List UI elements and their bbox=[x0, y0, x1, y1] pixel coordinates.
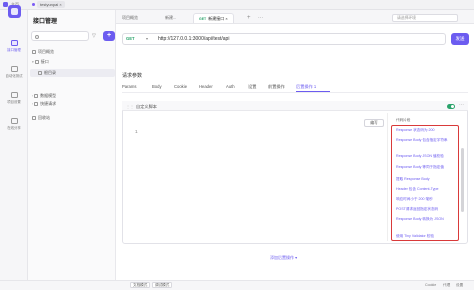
params-title: 请求参数 bbox=[122, 73, 143, 79]
project-logo-icon[interactable] bbox=[8, 5, 21, 18]
snippet-scrollbar[interactable] bbox=[461, 148, 464, 212]
share-icon bbox=[10, 118, 18, 124]
overview-icon bbox=[32, 50, 36, 54]
sidebar-item-trash[interactable]: 回收站 bbox=[32, 114, 50, 121]
sidebar-item-overview[interactable]: 项目概览 bbox=[32, 48, 54, 55]
trash-icon bbox=[32, 116, 36, 120]
search-input[interactable] bbox=[31, 31, 89, 41]
workspace-tab[interactable]: testyunpai × bbox=[37, 1, 65, 8]
tab-body[interactable]: Body bbox=[152, 84, 162, 89]
autotest-icon bbox=[10, 66, 18, 72]
code-editor[interactable] bbox=[145, 113, 388, 241]
workspace-dot-icon bbox=[32, 3, 35, 6]
tab-pre-processors[interactable]: 前置操作 bbox=[268, 84, 285, 90]
settings-icon bbox=[10, 92, 18, 98]
snippet-item[interactable]: 使用 Tiny Validator 校验 bbox=[396, 234, 454, 238]
edit-button[interactable]: 编写 bbox=[364, 119, 384, 127]
status-bar bbox=[0, 280, 474, 290]
sidebar-item-api[interactable]: ▾ 接口 bbox=[32, 58, 49, 65]
tab-post-processors[interactable]: 后置操作 1 bbox=[296, 84, 316, 90]
snippet-item[interactable]: Header 包含 Content-Type bbox=[396, 187, 454, 191]
snippet-item[interactable]: Response 状态码为 200 bbox=[396, 128, 454, 132]
sidebar-item-quick[interactable]: › 快捷请求 bbox=[32, 100, 56, 107]
filter-icon[interactable]: ▽ bbox=[92, 33, 96, 39]
rail-item-api[interactable]: 接口管理 bbox=[0, 40, 28, 52]
tab-settings[interactable]: 设置 bbox=[248, 84, 256, 90]
snippets-header: 代码片段 bbox=[396, 118, 411, 122]
search-icon bbox=[35, 34, 39, 39]
left-rail bbox=[0, 10, 28, 290]
tab-new-api[interactable]: GET 新建接口 × bbox=[193, 13, 234, 23]
snippet-item[interactable]: 响应时间小于 200 毫秒 bbox=[396, 197, 454, 201]
title-bar bbox=[0, 0, 474, 10]
doc-mode-button[interactable]: 文档模式 bbox=[130, 282, 151, 288]
rail-item-share[interactable]: 在线分享 bbox=[0, 118, 28, 130]
tab-overview[interactable]: 项目概览 bbox=[122, 13, 138, 23]
snippet-item[interactable]: POST请求返回指定状态码 bbox=[396, 207, 454, 211]
folder-icon bbox=[34, 60, 39, 64]
params-divider bbox=[122, 92, 468, 93]
sidebar-item-models[interactable]: › 数据模型 bbox=[32, 92, 56, 99]
more-icon[interactable]: ⋯ bbox=[459, 102, 464, 108]
rail-item-settings[interactable]: 项目设置 bbox=[0, 92, 28, 104]
tab-header[interactable]: Header bbox=[199, 84, 213, 89]
quick-request-icon bbox=[34, 102, 39, 106]
folder-icon bbox=[38, 71, 42, 75]
chevron-down-icon: ▾ bbox=[146, 36, 149, 41]
new-tab-button[interactable]: + bbox=[247, 13, 251, 23]
proxy-button[interactable]: 代理 bbox=[443, 283, 450, 288]
debug-mode-button[interactable]: 调试模式 bbox=[152, 282, 173, 288]
rail-item-autotest[interactable]: 自动化测试 bbox=[0, 66, 28, 78]
snippet-item[interactable]: 提取 Response Body bbox=[396, 177, 454, 181]
model-icon bbox=[34, 94, 39, 98]
add-post-processor-button[interactable]: 添加后置操作 ▾ bbox=[270, 255, 297, 261]
tab-more-icon[interactable]: ··· bbox=[258, 13, 263, 23]
sidebar-title: 接口管理 bbox=[33, 19, 58, 25]
tab-auth[interactable]: Auth bbox=[226, 84, 235, 89]
enable-toggle[interactable] bbox=[447, 104, 455, 109]
snippet-item[interactable]: Response Body 包含指定字符串 bbox=[396, 138, 454, 142]
settings-button[interactable]: 设置 bbox=[456, 283, 463, 288]
active-tab-indicator bbox=[296, 91, 330, 92]
sidebar-item-root[interactable]: 根目录 bbox=[38, 69, 56, 76]
snippet-item[interactable]: Response Body JSON 值校验 bbox=[396, 154, 454, 158]
snippet-item[interactable]: Response Body 等同于指定值 bbox=[396, 165, 454, 169]
cookie-button[interactable]: Cookie bbox=[425, 283, 436, 287]
url-input[interactable]: http://127.0.0.1:3000/api/test/api bbox=[158, 36, 229, 42]
add-button[interactable]: + bbox=[103, 31, 115, 41]
line-number: 1 bbox=[135, 130, 138, 135]
api-icon bbox=[10, 40, 18, 46]
drag-handle-icon[interactable]: ⋮⋮ bbox=[126, 104, 134, 109]
tab-cookie[interactable]: Cookie bbox=[174, 84, 187, 89]
script-header bbox=[122, 101, 468, 111]
env-selector[interactable]: 请选择环境 bbox=[392, 14, 458, 22]
tab-new[interactable]: 新建... bbox=[165, 13, 176, 23]
snippet-item[interactable]: Response Body 转换为 JSON bbox=[396, 217, 454, 221]
script-title: 自定义脚本 bbox=[136, 104, 157, 109]
send-button[interactable]: 发送 bbox=[451, 33, 469, 45]
tab-params[interactable]: Params bbox=[122, 84, 136, 89]
method-select[interactable]: GET bbox=[126, 36, 135, 41]
